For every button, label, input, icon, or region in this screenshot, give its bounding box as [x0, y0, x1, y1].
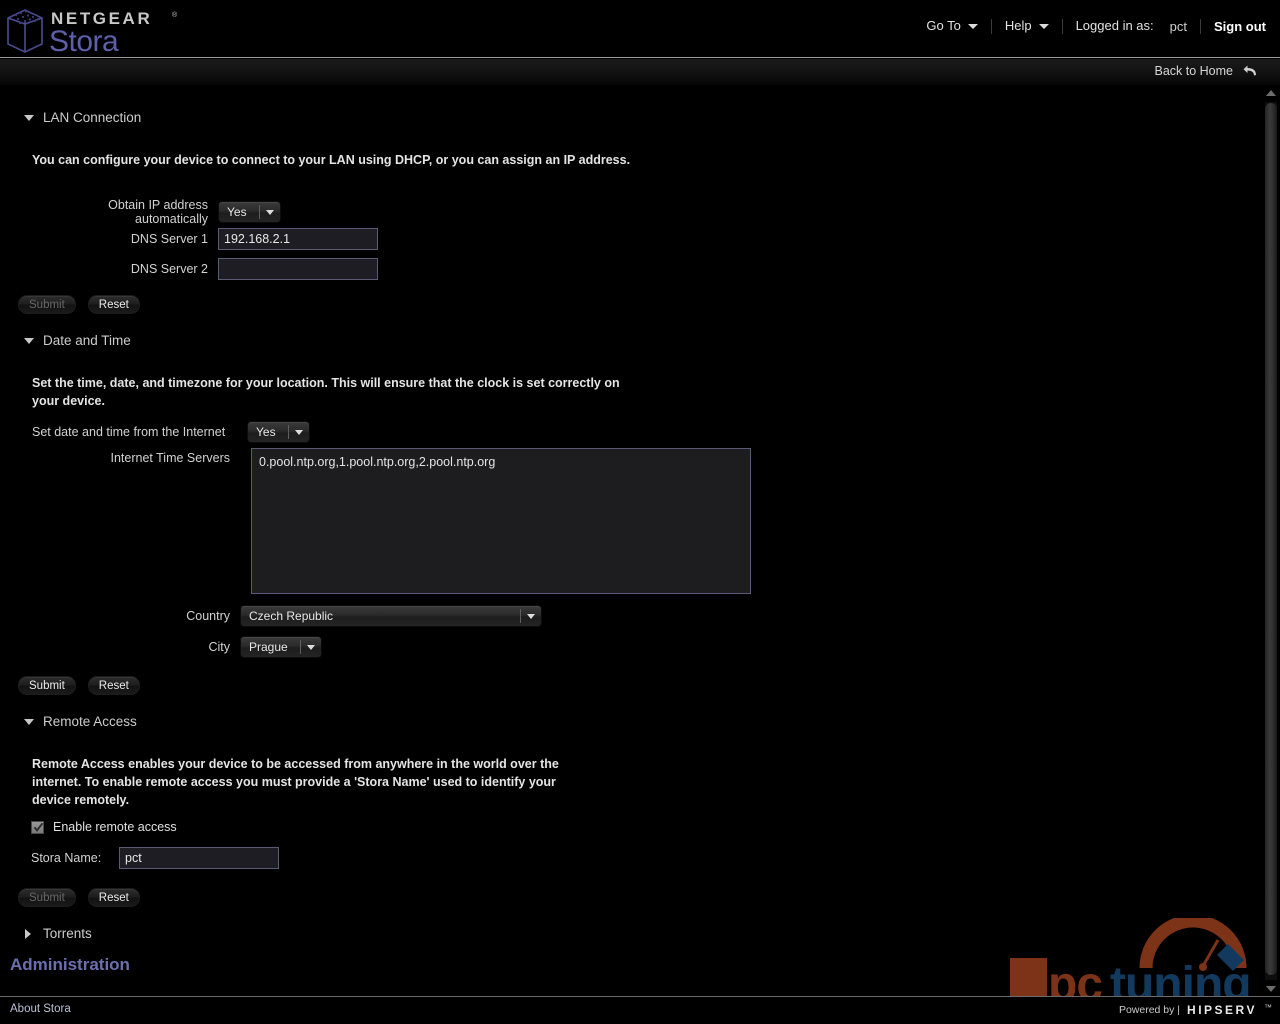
select-arrow-box — [260, 209, 280, 215]
checkmark-icon — [33, 822, 44, 832]
triangle-expanded-icon — [24, 718, 34, 725]
lan-reset-button[interactable]: Reset — [87, 295, 140, 314]
remote-description: Remote Access enables your device to be … — [32, 757, 559, 807]
back-to-home-link[interactable]: Back to Home — [1154, 64, 1258, 78]
obtain-ip-select[interactable]: Yes — [218, 201, 281, 223]
obtain-ip-label: Obtain IP address automatically — [108, 198, 208, 226]
back-arrow-icon — [1243, 65, 1256, 76]
datetime-description: Set the time, date, and timezone for you… — [32, 376, 620, 408]
city-row: City Prague — [32, 636, 322, 658]
administration-heading: Administration — [10, 955, 130, 974]
stora-name-label: Stora Name: — [31, 851, 102, 865]
select-arrow-box — [289, 429, 309, 435]
sub-toolbar: Back to Home — [0, 59, 1280, 85]
remote-reset-button[interactable]: Reset — [87, 888, 140, 907]
main-scrollbar[interactable] — [1262, 86, 1280, 996]
lan-dns1-row: DNS Server 1 — [32, 228, 378, 250]
city-value: Prague — [249, 640, 288, 654]
city-label: City — [208, 640, 230, 654]
select-arrow-box — [521, 613, 541, 619]
chevron-down-icon — [967, 23, 978, 29]
triangle-expanded-icon — [24, 337, 34, 344]
powered-by-block: Powered by | HIPSERV ™ — [1119, 1003, 1272, 1017]
nav-goto[interactable]: Go To — [913, 18, 990, 34]
remote-submit-button[interactable]: Submit — [18, 888, 76, 907]
section-header-remote-access[interactable]: Remote Access — [0, 714, 137, 729]
set-from-internet-select[interactable]: Yes — [247, 421, 310, 443]
section-title-datetime: Date and Time — [43, 333, 131, 348]
scrollbar-thumb[interactable] — [1265, 103, 1277, 975]
chevron-down-icon — [266, 209, 274, 215]
triangle-expanded-icon — [24, 114, 34, 121]
sign-out-link[interactable]: Sign out — [1201, 19, 1272, 34]
svg-text:®: ® — [172, 11, 178, 19]
enable-remote-access-checkbox[interactable] — [31, 820, 44, 834]
about-stora-link[interactable]: About Stora — [10, 1003, 71, 1015]
lan-dns2-row: DNS Server 2 — [32, 258, 378, 280]
datetime-reset-button[interactable]: Reset — [87, 676, 140, 695]
set-from-internet-value: Yes — [256, 425, 276, 439]
stora-name-row: Stora Name: — [31, 847, 279, 869]
header-divider — [0, 57, 1280, 58]
section-header-torrents[interactable]: Torrents — [0, 926, 92, 941]
nav-help[interactable]: Help — [992, 18, 1062, 34]
dns-server-1-label: DNS Server 1 — [130, 232, 208, 246]
chevron-down-icon — [527, 613, 535, 619]
datetime-internet-row: Set date and time from the Internet Yes — [32, 421, 310, 443]
obtain-ip-value: Yes — [227, 205, 247, 219]
stora-admin-page: NETGEAR ® Stora Go To Help Logged in as:… — [0, 0, 1280, 1024]
city-select[interactable]: Prague — [240, 636, 322, 658]
section-header-date-and-time[interactable]: Date and Time — [0, 333, 131, 348]
dns-server-2-input[interactable] — [218, 258, 378, 280]
netgear-stora-logo[interactable]: NETGEAR ® Stora — [4, 2, 184, 58]
internet-time-servers-textarea[interactable]: 0.pool.ntp.org,1.pool.ntp.org,2.pool.ntp… — [251, 448, 751, 594]
lan-submit-button[interactable]: Submit — [18, 295, 76, 314]
country-label: Country — [186, 609, 230, 623]
datetime-button-row: Submit Reset — [18, 676, 140, 695]
settings-content: LAN Connection You can configure your de… — [0, 86, 1262, 996]
powered-by-label: Powered by | — [1118, 1004, 1181, 1016]
select-arrow-box — [301, 644, 321, 650]
header-nav: Go To Help Logged in as: pct Sign out — [913, 18, 1272, 34]
scroll-up-arrow-icon[interactable] — [1266, 90, 1276, 96]
app-header: NETGEAR ® Stora Go To Help Logged in as:… — [0, 0, 1280, 58]
section-header-lan-connection[interactable]: LAN Connection — [0, 110, 141, 125]
app-footer: About Stora Powered by | HIPSERV ™ — [0, 997, 1280, 1024]
set-from-internet-label: Set date and time from the Internet — [32, 425, 226, 439]
enable-remote-access-row[interactable]: Enable remote access — [31, 820, 177, 834]
lan-description: You can configure your device to connect… — [32, 153, 631, 167]
nav-help-label: Help — [1004, 18, 1032, 33]
scroll-down-arrow-icon[interactable] — [1266, 986, 1276, 992]
datetime-submit-button[interactable]: Submit — [18, 676, 76, 695]
hipserv-logo-text: HIPSERV — [1187, 1003, 1257, 1017]
chevron-down-icon — [295, 429, 303, 435]
country-value: Czech Republic — [249, 609, 334, 623]
triangle-collapsed-icon — [25, 928, 31, 939]
enable-remote-access-label: Enable remote access — [53, 820, 177, 834]
nav-goto-label: Go To — [926, 18, 961, 33]
section-title-remote: Remote Access — [43, 714, 137, 729]
dns-server-1-input[interactable] — [218, 228, 378, 250]
lan-button-row: Submit Reset — [18, 295, 140, 314]
internet-time-servers-label: Internet Time Servers — [110, 451, 231, 465]
country-row: Country Czech Republic — [32, 605, 542, 627]
chevron-down-icon — [307, 644, 315, 650]
hipserv-trademark: ™ — [1264, 1003, 1272, 1012]
country-select[interactable]: Czech Republic — [240, 605, 542, 627]
lan-obtain-ip-row: Obtain IP address automatically Yes — [32, 198, 281, 226]
section-title-lan: LAN Connection — [43, 110, 142, 125]
dns-server-2-label: DNS Server 2 — [130, 262, 208, 276]
remote-button-row: Submit Reset — [18, 888, 140, 907]
stora-name-input[interactable] — [119, 847, 279, 869]
logged-in-label: Logged in as: — [1075, 18, 1154, 33]
section-title-torrents: Torrents — [43, 926, 92, 941]
svg-text:Stora: Stora — [49, 25, 119, 58]
current-username: pct — [1169, 18, 1187, 34]
back-to-home-label: Back to Home — [1154, 64, 1233, 78]
chevron-down-icon — [1038, 23, 1049, 29]
